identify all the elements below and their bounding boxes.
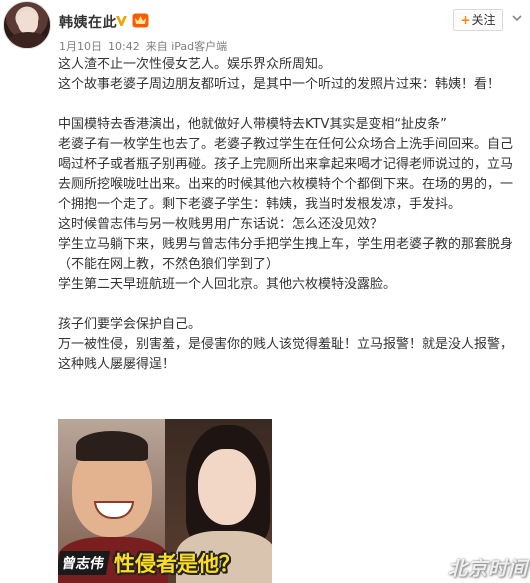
woman-figure-face — [198, 449, 256, 525]
post-line: 去厕所挖喉咙吐出来。出来的时候其他六枚模特个个都倒下来。在场的男的，一 — [58, 177, 514, 192]
plus-icon: + — [460, 13, 471, 27]
post-line: 这种贱人屡屡得逞！ — [58, 357, 176, 372]
avatar[interactable] — [3, 1, 51, 49]
post-image[interactable]: 曾志伟 性侵者是他？ — [58, 419, 272, 583]
post-line: （不能在网上教，不然色狼们学到了） — [58, 257, 280, 272]
post-line: 这人渣不止一次性侵女艺人。娱乐界众所周知。 — [58, 57, 332, 72]
member-crown-icon[interactable] — [132, 12, 149, 28]
avatar-face — [18, 10, 38, 34]
post-meta: 1月10日 10:42 来自 iPad客户端 — [59, 38, 233, 54]
post-line: 万一被性侵，别害羞，是侵害你的贱人该觉得羞耻！立马报警！就是没人报警， — [58, 337, 514, 352]
post-line: 孩子们要学会保护自己。 — [58, 317, 202, 332]
username-link[interactable]: 韩姨在此 — [59, 12, 117, 32]
post-line: 学生立马躺下来，贱男与曾志伟分手把学生拽上车，学生用老婆子教的那套脱身 — [58, 237, 514, 252]
chevron-down-icon[interactable] — [511, 13, 523, 23]
follow-label: 关注 — [471, 13, 496, 27]
post-source: 来自 iPad客户端 — [145, 40, 228, 53]
post-line: 老婆子有一枚学生也去了。老婆子教过学生在任何公众场合上洗手间回来。自己 — [58, 137, 514, 152]
post-line: 这个故事老婆子周边朋友都听过，是其中一个听过的发照片过来：韩姨！看！ — [58, 77, 501, 92]
post-line: 学生第二天早班航班一个人回北京。其他六枚模特没露脸。 — [58, 277, 397, 292]
post-content: 这人渣不止一次性侵女艺人。娱乐界众所周知。 这个故事老婆子周边朋友都听过，是其中… — [58, 55, 528, 375]
post-line: 中国模特去香港演出，他就做好人带模特去KTV其实是变相“扯皮条” — [58, 117, 447, 132]
verified-v-icon — [116, 16, 127, 26]
caption-quote: 性侵者是他？ — [114, 552, 240, 576]
post-line: 这时候曾志伟与另一枚贱男用广东话说：怎么还没见效？ — [58, 217, 384, 232]
watermark: 北京时间 — [448, 558, 529, 580]
post-line: 喝过杯子或者瓶子别再碰。孩子上完厕所出来拿起来喝才记得老师说过的，立马 — [58, 157, 514, 172]
caption-name: 曾志伟 — [58, 551, 111, 575]
follow-button[interactable]: +关注 — [453, 9, 503, 31]
image-caption: 曾志伟 性侵者是他？ — [58, 547, 272, 579]
post-line: 个拥抱一个走了。剩下老婆子学生：韩姨，我当时发根发凉，手发抖。 — [58, 197, 462, 212]
post-date[interactable]: 1月10日 — [59, 40, 102, 53]
post-time[interactable]: 10:42 — [108, 40, 140, 53]
avatar-shoulder — [8, 32, 48, 48]
